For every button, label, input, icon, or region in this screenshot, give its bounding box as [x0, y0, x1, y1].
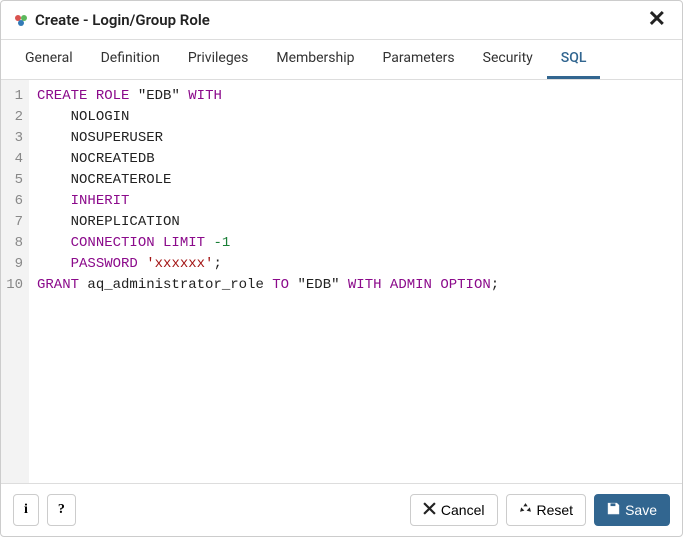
line-number: 6 [1, 191, 29, 212]
cancel-button[interactable]: Cancel [410, 494, 498, 526]
code-line: INHERIT [37, 191, 674, 212]
tab-sql[interactable]: SQL [547, 40, 601, 79]
save-button[interactable]: Save [594, 494, 670, 526]
line-number: 4 [1, 149, 29, 170]
line-number: 5 [1, 170, 29, 191]
reset-label: Reset [537, 502, 574, 518]
line-number: 2 [1, 107, 29, 128]
tab-membership[interactable]: Membership [262, 40, 368, 79]
dialog-footer: i ? Cancel Reset Save [1, 483, 682, 536]
line-number: 8 [1, 233, 29, 254]
line-number: 7 [1, 212, 29, 233]
save-icon [607, 502, 620, 518]
cancel-label: Cancel [441, 502, 485, 518]
code-line: CREATE ROLE "EDB" WITH [37, 86, 674, 107]
line-number: 10 [1, 275, 29, 296]
tab-general[interactable]: General [11, 40, 87, 79]
info-button[interactable]: i [13, 494, 39, 526]
tab-security[interactable]: Security [469, 40, 547, 79]
tab-definition[interactable]: Definition [87, 40, 174, 79]
line-gutter: 12345678910 [1, 80, 29, 483]
dialog-header: Create - Login/Group Role ✕ [1, 1, 682, 40]
code-line: NOCREATEROLE [37, 170, 674, 191]
close-button[interactable]: ✕ [644, 9, 670, 31]
code-line: CONNECTION LIMIT -1 [37, 233, 674, 254]
role-icon [13, 12, 29, 28]
tab-parameters[interactable]: Parameters [369, 40, 469, 79]
close-icon [423, 502, 436, 518]
sql-code[interactable]: CREATE ROLE "EDB" WITH NOLOGIN NOSUPERUS… [29, 80, 682, 483]
line-number: 3 [1, 128, 29, 149]
dialog: Create - Login/Group Role ✕ GeneralDefin… [0, 0, 683, 537]
line-number: 9 [1, 254, 29, 275]
code-line: NOCREATEDB [37, 149, 674, 170]
reset-button[interactable]: Reset [506, 494, 587, 526]
save-label: Save [625, 502, 657, 518]
help-button[interactable]: ? [47, 494, 76, 526]
tab-privileges[interactable]: Privileges [174, 40, 263, 79]
code-line: NOSUPERUSER [37, 128, 674, 149]
recycle-icon [519, 502, 532, 518]
code-line: NOREPLICATION [37, 212, 674, 233]
dialog-title: Create - Login/Group Role [35, 11, 644, 29]
code-line: PASSWORD 'xxxxxx'; [37, 254, 674, 275]
line-number: 1 [1, 86, 29, 107]
code-line: NOLOGIN [37, 107, 674, 128]
sql-editor: 12345678910 CREATE ROLE "EDB" WITH NOLOG… [1, 80, 682, 483]
code-line: GRANT aq_administrator_role TO "EDB" WIT… [37, 275, 674, 296]
tab-bar: GeneralDefinitionPrivilegesMembershipPar… [1, 40, 682, 80]
